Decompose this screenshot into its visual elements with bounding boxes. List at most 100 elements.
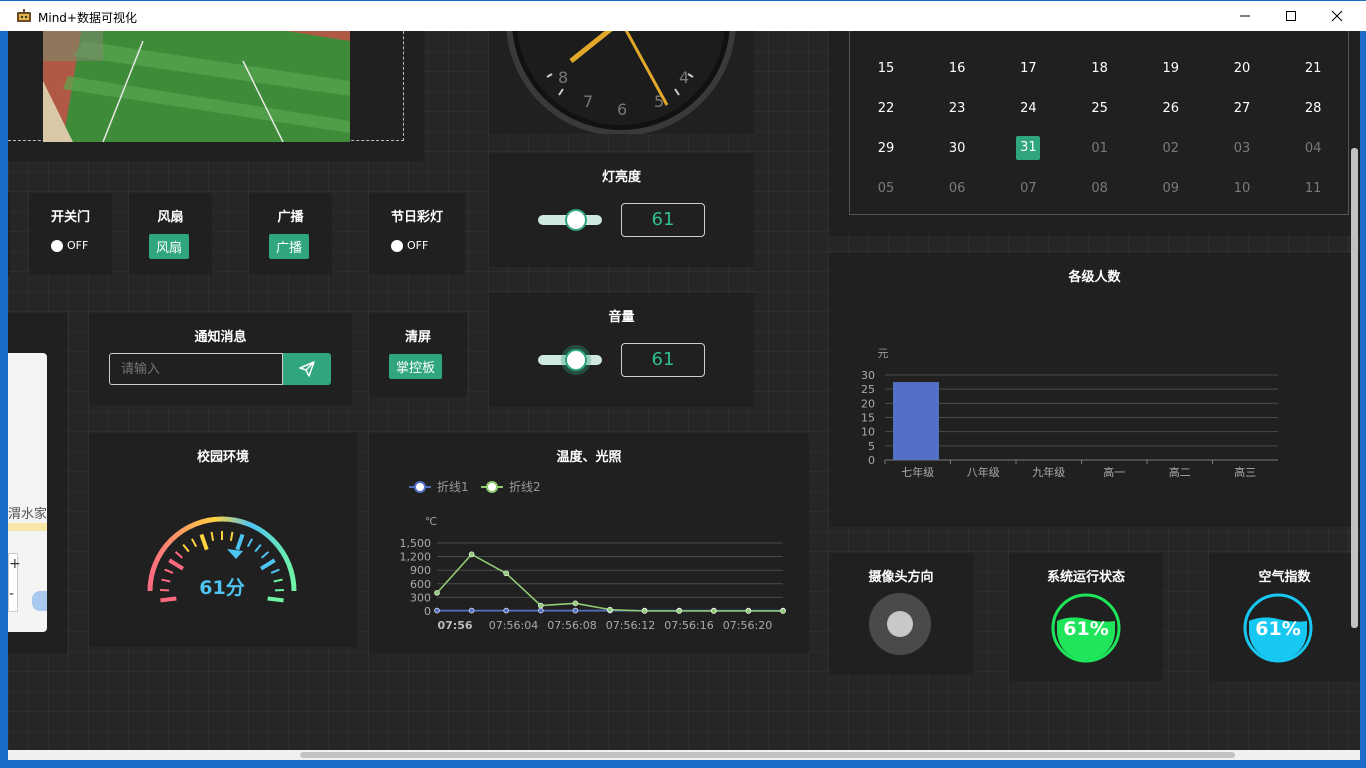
switch-knob <box>391 239 403 252</box>
joystick-handle[interactable] <box>887 611 913 637</box>
air-index-title: 空气指数 <box>1258 570 1311 585</box>
calendar-day[interactable]: 11 <box>1295 181 1331 196</box>
gauge-tick <box>210 531 215 541</box>
festival-lights-state: OFF <box>407 239 429 252</box>
gauge-tick <box>260 551 270 559</box>
x-tick-label: 07:56:04 <box>489 619 538 632</box>
festival-lights-panel: 节日彩灯 OFF <box>369 193 465 275</box>
horizontal-scrollbar[interactable] <box>8 750 1360 760</box>
y-axis-unit: 元 <box>878 347 889 360</box>
send-icon <box>299 361 315 377</box>
window-titlebar: Mind+数据可视化 <box>0 0 1366 31</box>
data-point <box>745 608 752 614</box>
temp-light-chart: 折线1 折线2 ℃ 03006009001,2001,500 07:56 07:56:04… <box>400 479 786 632</box>
gauge-tick <box>168 558 184 571</box>
calendar-day[interactable]: 15 <box>868 61 904 76</box>
calendar-day[interactable]: 20 <box>1224 61 1260 76</box>
calendar-day[interactable]: 28 <box>1295 101 1331 116</box>
joystick-base[interactable] <box>869 593 931 655</box>
calendar-day[interactable]: 03 <box>1224 141 1260 156</box>
calendar-day[interactable]: 27 <box>1224 101 1260 116</box>
calendar-day[interactable]: 06 <box>939 181 975 196</box>
fan-button[interactable]: 风扇 <box>149 234 190 259</box>
brightness-slider[interactable] <box>538 209 602 231</box>
data-point <box>503 570 509 577</box>
x-tick-label: 07:56:12 <box>606 619 655 632</box>
horizontal-scroll-thumb[interactable] <box>300 752 1235 758</box>
vertical-scroll-thumb[interactable] <box>1351 148 1358 628</box>
slider-thumb[interactable] <box>565 209 587 231</box>
calendar-day[interactable]: 25 <box>1082 101 1118 116</box>
calendar-day[interactable]: 19 <box>1153 61 1189 76</box>
brightness-value[interactable]: 61 <box>621 203 705 237</box>
calendar-day[interactable]: 26 <box>1153 101 1189 116</box>
calendar-day[interactable]: 09 <box>1153 181 1189 196</box>
calendar-day[interactable]: 18 <box>1082 61 1118 76</box>
y-axis-unit: ℃ <box>425 515 437 528</box>
calendar-day[interactable]: 16 <box>939 61 975 76</box>
zoom-in-button[interactable]: + <box>9 556 21 572</box>
vertical-scrollbar[interactable] <box>1349 31 1360 750</box>
y-tick-label: 20 <box>861 397 875 410</box>
calendar-day[interactable]: 31 <box>1016 136 1041 160</box>
calendar-day[interactable]: 29 <box>868 141 904 156</box>
series-line <box>436 553 783 612</box>
volume-title: 音量 <box>608 310 635 325</box>
calendar-day[interactable]: 04 <box>1295 141 1331 156</box>
data-point <box>607 606 613 613</box>
x-tick-label: 高一 <box>1103 465 1125 479</box>
map-view[interactable]: 渭水家 + - <box>8 353 47 632</box>
x-tick-label: 七年级 <box>901 465 934 479</box>
clock-numeral: 8 <box>558 68 568 87</box>
calendar-day[interactable]: 30 <box>939 141 975 156</box>
notice-input[interactable] <box>109 353 283 385</box>
minimize-button[interactable] <box>1222 1 1268 31</box>
calendar-day[interactable]: 17 <box>1010 61 1046 76</box>
clear-screen-title: 清屏 <box>404 330 431 345</box>
zoom-out-button[interactable]: - <box>9 586 14 602</box>
campus-gauge: 61分 <box>147 516 297 603</box>
window-title: Mind+数据可视化 <box>38 11 137 25</box>
volume-panel: 音量 61 <box>489 293 754 407</box>
data-point <box>710 608 717 614</box>
clear-screen-button[interactable]: 掌控板 <box>389 354 443 379</box>
gauge-tick <box>164 568 174 574</box>
clock-numeral: 4 <box>679 68 689 87</box>
close-button[interactable] <box>1314 1 1360 31</box>
calendar-day[interactable]: 24 <box>1010 101 1046 116</box>
y-tick-label: 300 <box>410 591 431 604</box>
calendar-day[interactable]: 05 <box>868 181 904 196</box>
x-tick-label: 高二 <box>1169 465 1191 479</box>
y-tick-label: 1,200 <box>400 551 432 564</box>
maximize-button[interactable] <box>1268 1 1314 31</box>
slider-thumb[interactable] <box>565 349 587 371</box>
volume-value[interactable]: 61 <box>621 343 705 377</box>
door-switch[interactable]: OFF <box>51 239 88 252</box>
volume-slider[interactable] <box>538 349 602 371</box>
calendar-day[interactable]: 01 <box>1082 141 1118 156</box>
calendar-day[interactable]: 07 <box>1010 181 1046 196</box>
dashboard-canvas: 8 7 6 5 4 15 16 17 18 19 20 21 22 23 24 25 26 27 28 29… <box>8 31 1360 750</box>
festival-lights-switch[interactable]: OFF <box>391 239 428 252</box>
calendar-day[interactable]: 23 <box>939 101 975 116</box>
y-tick-label: 25 <box>861 383 875 396</box>
send-button[interactable] <box>283 353 331 385</box>
gauge-tick <box>161 578 171 583</box>
broadcast-button[interactable]: 广播 <box>269 234 310 259</box>
gauge-tick <box>254 544 262 553</box>
calendar-day[interactable]: 02 <box>1153 141 1189 156</box>
calendar-panel: 15 16 17 18 19 20 21 22 23 24 25 26 27 28 29 30 31 01 02 03… <box>829 31 1360 236</box>
gauge-tick <box>229 531 234 541</box>
calendar-day[interactable]: 21 <box>1295 61 1331 76</box>
map-panel: 渭水家 + - <box>8 313 67 653</box>
system-status-title: 系统运行状态 <box>1046 570 1125 585</box>
calendar-day[interactable]: 22 <box>868 101 904 116</box>
temp-light-panel: 温度、光照 折线1 折线2 ℃ 0 300 600 900 1,200 1,500 07:56 07… <box>369 433 809 653</box>
legend-marker <box>414 481 426 493</box>
calendar-day[interactable]: 10 <box>1224 181 1260 196</box>
door-switch-state: OFF <box>67 239 89 252</box>
legend-label: 折线2 <box>509 479 541 494</box>
gauge-tick <box>174 551 184 559</box>
campus-panel: 校园环境 61分 <box>89 433 357 647</box>
calendar-day[interactable]: 08 <box>1082 181 1118 196</box>
